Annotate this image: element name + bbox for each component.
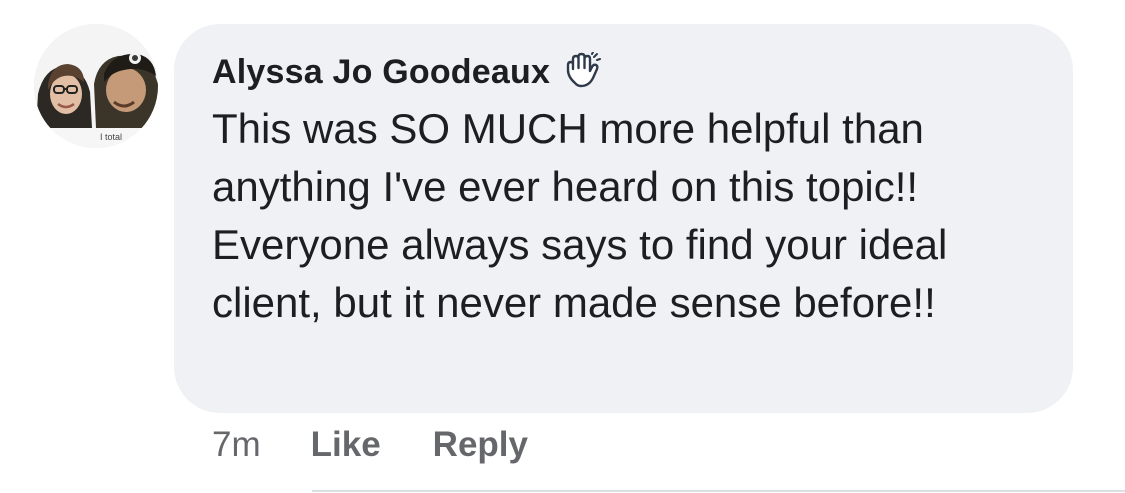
reply-button[interactable]: Reply (433, 420, 528, 470)
comment: I total Alyssa Jo Goodeaux This was SO M… (0, 0, 1125, 493)
timestamp[interactable]: 7m (212, 420, 261, 470)
avatar-photo: I total (34, 24, 158, 148)
comment-actions: 7m Like Reply (212, 420, 528, 470)
avatar[interactable]: I total (34, 24, 158, 148)
author-row: Alyssa Jo Goodeaux (212, 50, 602, 94)
waving-hand-icon (562, 51, 602, 92)
divider (312, 490, 1125, 492)
like-button[interactable]: Like (311, 420, 381, 470)
avatar-caption: I total (100, 132, 122, 142)
author-name[interactable]: Alyssa Jo Goodeaux (212, 53, 550, 92)
comment-text: This was SO MUCH more helpful than anyth… (212, 105, 948, 326)
